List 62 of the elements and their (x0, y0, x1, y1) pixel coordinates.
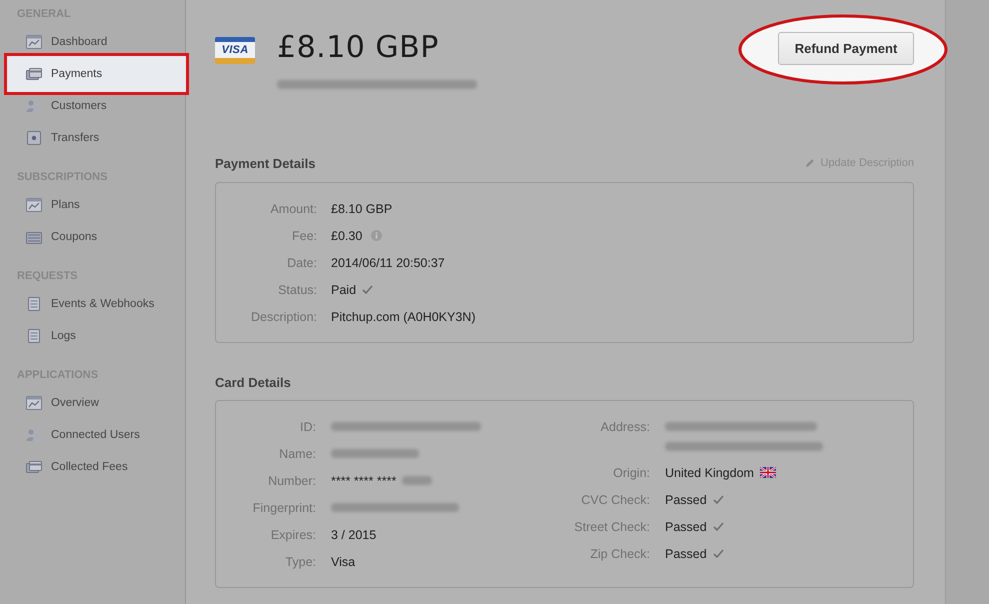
chart-window-icon (26, 35, 42, 49)
field-value: 2014/06/11 20:50:37 (331, 254, 445, 272)
payment-amount: £8.10 GBP (277, 30, 440, 66)
refund-payment-button[interactable]: Refund Payment (778, 32, 914, 65)
field-label: Type: (284, 554, 316, 571)
field-value: Paid (331, 282, 356, 298)
field-value: Pitchup.com (A0H0KY3N) (331, 308, 476, 326)
sidebar-item[interactable]: Events & Webhooks (4, 293, 185, 315)
stack-icon (26, 230, 42, 244)
field-label: Expires: (270, 526, 316, 544)
field-label: Address: (600, 418, 650, 436)
section-title: Payment Details (215, 156, 316, 170)
sidebar-item[interactable]: Coupons (4, 226, 185, 248)
section-title: Card Details (215, 374, 291, 390)
sidebar-item[interactable]: Logs (4, 325, 185, 347)
sidebar-item[interactable]: Connected Users (4, 424, 185, 446)
check-icon (712, 495, 724, 504)
field-label: Name: (278, 446, 316, 462)
flag-icon (760, 467, 776, 478)
field-value: £8.10 GBP (331, 200, 392, 218)
sidebar-item[interactable]: Customers (4, 95, 185, 117)
info-icon[interactable] (371, 230, 382, 241)
field-label: Status: (277, 282, 317, 298)
field-label: ID: (299, 418, 316, 436)
document-icon (26, 297, 42, 311)
visa-card-logo: VISA (215, 37, 255, 64)
field-label: Fee: (290, 228, 317, 244)
sidebar-item[interactable]: Collected Fees (4, 456, 185, 478)
cards-icon (26, 460, 42, 474)
field-label: Fingerprint: (252, 500, 316, 517)
sidebar-item[interactable]: Overview (4, 392, 185, 414)
sidebar-item[interactable]: Plans (4, 194, 185, 216)
field-value: Visa (331, 554, 356, 570)
sidebar-item[interactable]: Dashboard (4, 31, 185, 53)
field-label: Origin: (612, 464, 650, 482)
field-value: Passed (665, 546, 707, 562)
field-value: Passed (665, 492, 707, 508)
check-icon (712, 549, 724, 558)
field-label: Number: (267, 472, 316, 490)
field-label: Amount: (269, 200, 317, 218)
field-value: 3 / 2015 (331, 526, 376, 544)
field-label: Zip Check: (589, 546, 650, 563)
field-label: CVC Check: (580, 492, 650, 508)
cards-icon (26, 67, 42, 81)
chart-window-icon (26, 396, 42, 410)
document-icon (26, 329, 42, 343)
pencil-icon (805, 158, 816, 168)
sidebar-item[interactable]: Transfers (4, 127, 185, 149)
field-label: Street Check: (573, 518, 650, 536)
field-value: United Kingdom (665, 464, 754, 482)
blurred-text (402, 476, 432, 485)
field-value: £0.30 (331, 228, 362, 244)
check-icon (362, 285, 374, 294)
people-icon (26, 428, 42, 442)
check-icon (712, 522, 724, 531)
field-label: Description: (250, 308, 317, 326)
field-value: **** **** **** (331, 472, 396, 490)
people-icon (26, 99, 42, 113)
field-label: Date: (286, 254, 317, 272)
chart-window-icon (26, 198, 42, 212)
field-value: Passed (665, 518, 707, 536)
sidebar-item[interactable]: Payments (4, 53, 189, 95)
